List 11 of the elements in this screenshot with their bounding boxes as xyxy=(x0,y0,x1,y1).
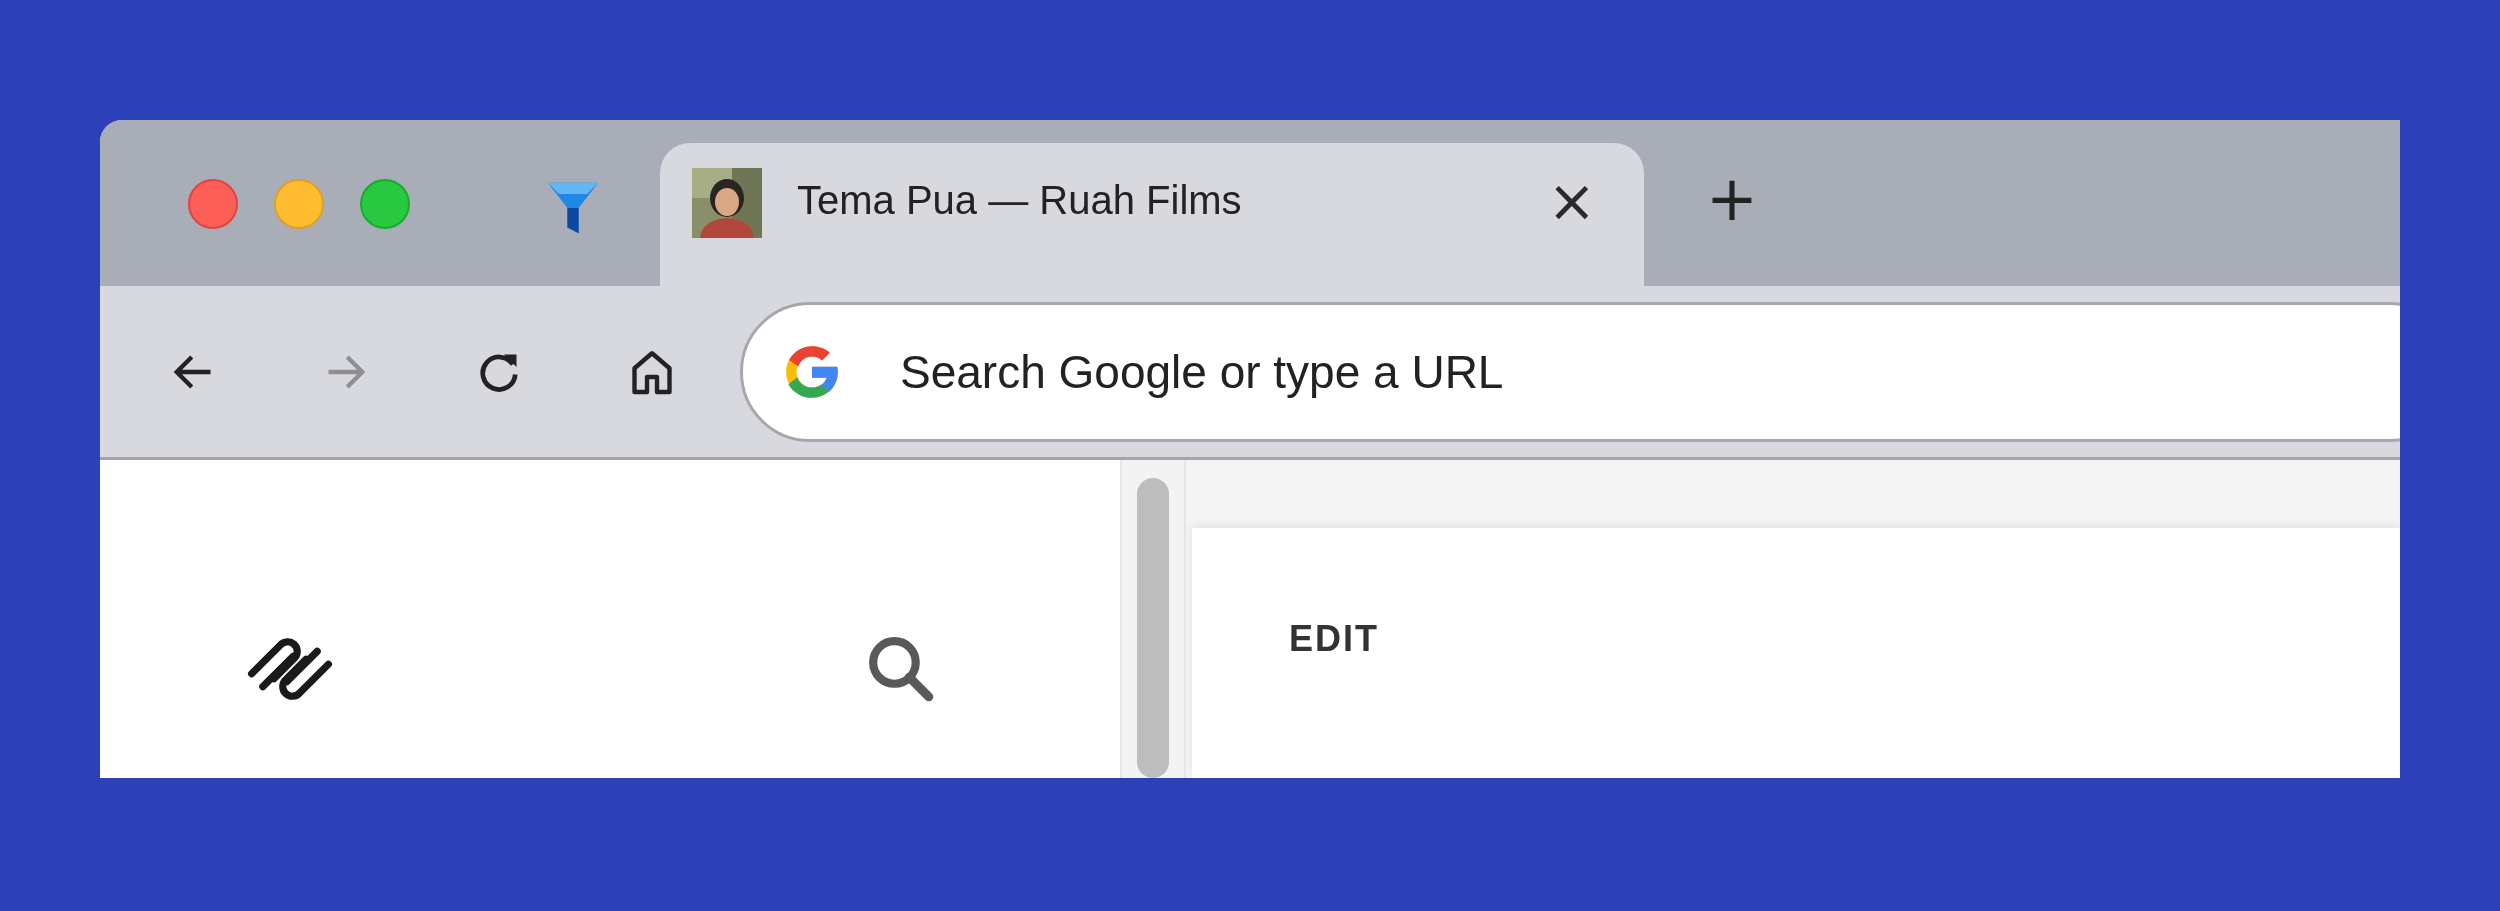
panel-heading: EDIT xyxy=(1289,618,1379,659)
address-bar[interactable]: Search Google or type a URL xyxy=(740,301,2400,442)
zoom-button[interactable] xyxy=(360,179,410,230)
tab-title: Tema Pua — Ruah Films xyxy=(797,178,1242,224)
scrollbar-thumb[interactable] xyxy=(1137,478,1169,778)
new-tab-button[interactable]: + xyxy=(1700,168,1764,231)
browser-tab[interactable]: Tema Pua — Ruah Films × xyxy=(660,143,1644,287)
address-input[interactable]: Search Google or type a URL xyxy=(898,343,2102,400)
minimize-button[interactable] xyxy=(274,179,324,230)
close-window-button[interactable] xyxy=(188,179,238,230)
close-tab-button[interactable]: × xyxy=(1541,170,1602,233)
